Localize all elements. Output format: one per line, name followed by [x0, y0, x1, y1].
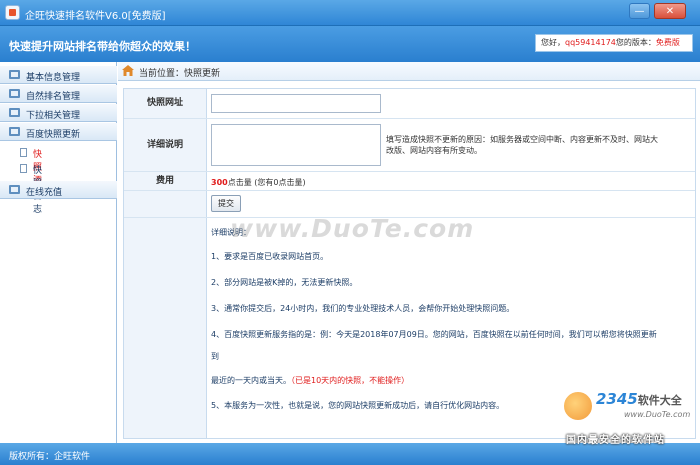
- app-icon: [5, 5, 20, 20]
- folder-icon: [9, 89, 20, 98]
- sidebar-item-recharge[interactable]: 在线充值: [0, 181, 117, 199]
- snapshot-form: 快照网址 详细说明 填写造成快照不更新的原因：如服务器或空间中断、内容更新不及时…: [123, 88, 696, 439]
- version-value: 免费版: [655, 38, 680, 47]
- submit-label-cell: [124, 191, 207, 217]
- sidebar-item-natural-ranking[interactable]: 自然排名管理: [0, 85, 117, 103]
- note-text: 最近的一天内或当天。: [211, 376, 291, 385]
- row-divider: [124, 118, 695, 119]
- fee-label: 费用: [124, 172, 207, 190]
- description-textarea[interactable]: [211, 124, 381, 166]
- logo-mascot-icon: [562, 390, 594, 422]
- sidebar-item-dropdown[interactable]: 下拉相关管理: [0, 104, 117, 122]
- note-item: 4、百度快照更新服务指的是：例：今天是2018年07月09日。您的网站，百度快照…: [211, 330, 657, 339]
- note-item: 1、要求是百度已收录网站首页。: [211, 252, 329, 261]
- version-label: 您的版本：: [615, 38, 656, 47]
- home-icon: [122, 65, 134, 76]
- description-label: 详细说明: [124, 119, 207, 171]
- submit-button[interactable]: 提交: [211, 195, 241, 212]
- folder-icon: [9, 185, 20, 194]
- folder-icon: [9, 108, 20, 117]
- sidebar-item-label: 下拉相关管理: [26, 111, 81, 121]
- minimize-button[interactable]: —: [629, 3, 650, 19]
- row-divider: [124, 171, 695, 172]
- fee-unit: 点击量: [227, 178, 252, 187]
- greeting-label: 您好，: [541, 38, 565, 47]
- breadcrumb-current: 快照更新: [184, 69, 221, 79]
- breadcrumb-prefix: 当前位置：: [139, 69, 185, 79]
- logo-brand: 2345软件大全: [596, 390, 682, 408]
- note-item: 最近的一天内或当天。（已是10天内的快照，不能操作）: [211, 375, 409, 386]
- minimize-icon: —: [634, 6, 645, 17]
- fee-balance: (您有0点击量): [254, 178, 306, 187]
- close-icon: ✕: [665, 6, 675, 17]
- user-info-box: 您好，qq59414174您的版本：免费版: [535, 34, 693, 52]
- description-hint: 填写造成快照不更新的原因：如服务器或空间中断、内容更新不及时、网站大改版、网站内…: [386, 135, 658, 155]
- sidebar-item-label: 基本信息管理: [26, 73, 81, 83]
- note-warning: （已是10天内的快照，不能操作）: [291, 376, 410, 385]
- note-item: 2、部分网站是被K掉的，无法更新快照。: [211, 278, 358, 287]
- note-item: 到: [211, 352, 219, 361]
- snapshot-url-input[interactable]: [211, 94, 381, 113]
- logo-brand-text: 软件大全: [637, 394, 682, 407]
- copyright-text: 版权所有：企旺软件: [9, 452, 91, 462]
- sidebar-item-basic-info[interactable]: 基本信息管理: [0, 66, 117, 84]
- breadcrumb-text: 当前位置：快照更新: [139, 66, 220, 79]
- logo-number: 2345: [596, 390, 638, 408]
- header-slogan: 快速提升网站排名带给你超众的效果！: [9, 40, 196, 53]
- breadcrumb: 当前位置：快照更新: [118, 62, 700, 81]
- sidebar: 基本信息管理 自然排名管理 下拉相关管理 百度快照更新 快照添加 快照日志 在线…: [0, 62, 117, 443]
- document-icon: [20, 148, 27, 157]
- sidebar-item-label: 自然排名管理: [26, 92, 81, 102]
- window-title: 企旺快速排名软件V6.0[免费版]: [25, 11, 166, 22]
- username: qq59414174: [565, 38, 616, 47]
- site-logo: 2345软件大全 www.DuoTe.com 国内最安全的软件站: [562, 388, 698, 446]
- note-item: 3、通常你提交后，24小时内，我们的专业处理技术人员，会帮你开始处理快照问题。: [211, 304, 515, 313]
- row-divider: [124, 190, 695, 191]
- document-icon: [20, 164, 27, 173]
- logo-site: www.DuoTe.com: [624, 410, 691, 419]
- url-label: 快照网址: [124, 89, 207, 118]
- logo-slogan: 国内最安全的软件站: [566, 435, 665, 446]
- notes-label-cell: [124, 218, 207, 438]
- watermark: www.DuoTe.com: [230, 214, 475, 243]
- title-bar: 企旺快速排名软件V6.0[免费版] — ✕: [0, 0, 700, 26]
- close-button[interactable]: ✕: [654, 3, 686, 19]
- note-item: 5、本服务为一次性，也就是说，您的网站快照更新成功后，请自行优化网站内容。: [211, 401, 505, 410]
- folder-icon: [9, 127, 20, 136]
- folder-icon: [9, 70, 20, 79]
- status-bar: 版权所有：企旺软件: [0, 443, 700, 465]
- sidebar-item-label: 在线充值: [26, 188, 63, 198]
- header-banner: 快速提升网站排名带给你超众的效果！ 您好，qq59414174您的版本：免费版: [0, 26, 700, 62]
- sidebar-item-label: 百度快照更新: [26, 130, 81, 140]
- fee-value: 300点击量 (您有0点击量): [211, 177, 306, 188]
- sidebar-item-baidu-snapshot[interactable]: 百度快照更新: [0, 123, 117, 141]
- fee-amount: 300: [211, 178, 228, 187]
